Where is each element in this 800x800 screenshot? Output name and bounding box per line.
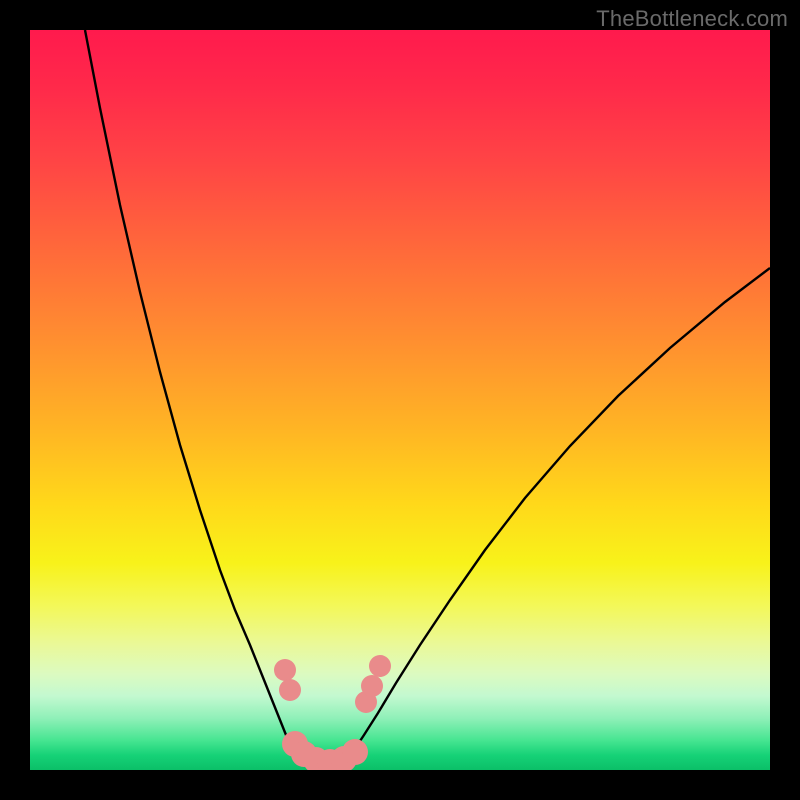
- left-curve: [85, 30, 310, 766]
- plot-area: [30, 30, 770, 770]
- marker-dot: [342, 739, 368, 765]
- marker-dot: [361, 675, 383, 697]
- marker-dot: [369, 655, 391, 677]
- curve-group: [85, 30, 770, 766]
- chart-frame: TheBottleneck.com: [0, 0, 800, 800]
- marker-dot: [274, 659, 296, 681]
- right-curve: [340, 268, 770, 766]
- curve-overlay: [30, 30, 770, 770]
- watermark-text: TheBottleneck.com: [596, 6, 788, 32]
- marker-dot: [279, 679, 301, 701]
- marker-group: [274, 655, 391, 770]
